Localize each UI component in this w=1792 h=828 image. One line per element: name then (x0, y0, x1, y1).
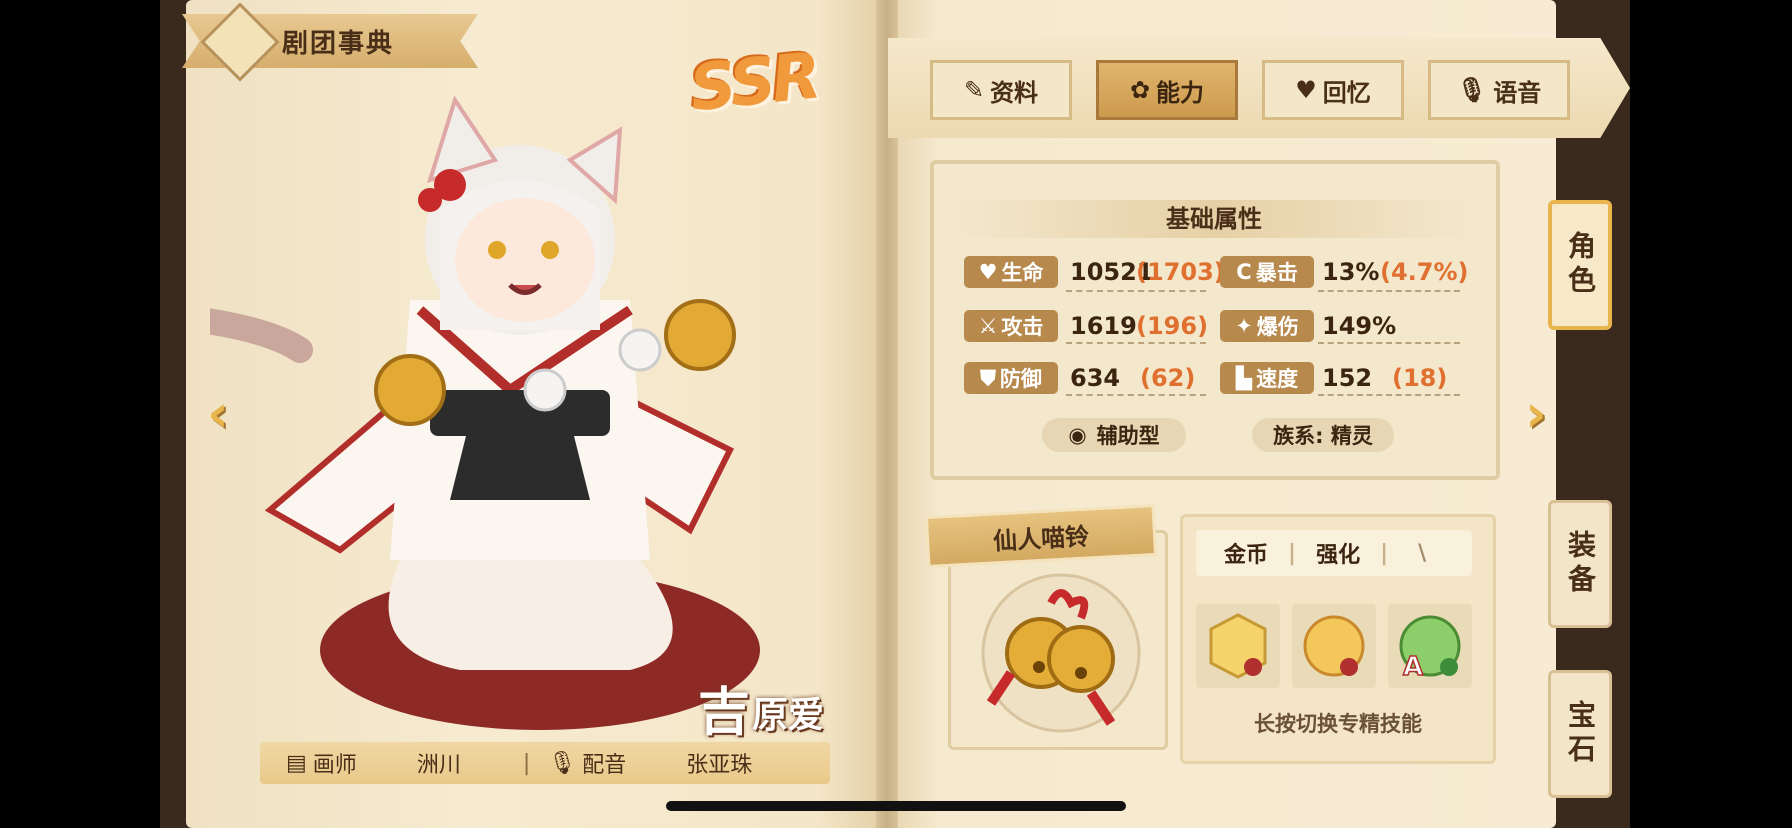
stat-chip-def: ⛊ 防御 (964, 362, 1058, 394)
stat-label: 暴击 (1255, 261, 1298, 285)
microphone-icon: 🎙 (1456, 76, 1488, 104)
paw-icon: ✿ (1129, 76, 1151, 104)
stat-label: 生命 (1001, 261, 1044, 285)
skill-1-icon (1209, 613, 1267, 679)
stat-label: 攻击 (1001, 315, 1044, 339)
skill-icon-1[interactable] (1196, 604, 1280, 688)
stats-header: 基础属性 (958, 200, 1470, 238)
skill-tab-divider: | (1288, 540, 1297, 566)
skill-3-icon: A (1399, 615, 1461, 681)
stat-chip-crit: C 暴击 (1220, 256, 1314, 288)
character-illustration (210, 95, 760, 730)
tab-label: 能力 (1156, 78, 1205, 107)
artist-icon: ▤ (286, 750, 307, 776)
bell-icon (981, 573, 1141, 733)
tab-label: 回忆 (1322, 78, 1371, 107)
tab-label: 语音 (1493, 78, 1542, 107)
skill-tab-gold[interactable]: 金币 (1224, 537, 1268, 569)
skill-icon-3[interactable]: A (1388, 604, 1472, 688)
stat-chip-hp: ♥ 生命 (964, 256, 1058, 288)
stat-bonus-atk: (196) (1136, 312, 1209, 340)
artist-label: 画师 (312, 753, 357, 778)
notebook-icon: ✎ (963, 76, 985, 104)
sword-icon: ⚔ (978, 314, 998, 338)
character-name-initial: 吉 (698, 683, 751, 743)
artist-name: 洲川 (416, 753, 461, 778)
skill-hint: 长按切换专精技能 (1254, 712, 1422, 736)
boot-icon: ▙ (1235, 366, 1253, 390)
crit-icon: C (1236, 260, 1252, 284)
voice-label: 配音 (582, 753, 627, 778)
side-tab-character[interactable]: 角色 (1548, 200, 1612, 330)
stat-label: 爆伤 (1256, 315, 1299, 339)
role-tag-label: 辅助型 (1096, 424, 1160, 448)
heart-icon: ♥ (1295, 76, 1317, 104)
tab-profile[interactable]: ✎ 资料 (930, 60, 1072, 120)
svg-text:A: A (1403, 652, 1423, 681)
stat-divider (1318, 290, 1460, 292)
stat-bonus-hp: (1703) (1136, 258, 1225, 286)
stat-value-speed: 152 (1322, 364, 1373, 392)
stat-divider (1066, 394, 1206, 396)
shield-icon: ⛊ (980, 365, 996, 390)
tab-label: 资料 (990, 78, 1039, 107)
stat-bonus-def: (62) (1140, 364, 1196, 392)
stat-bonus-speed: (18) (1392, 364, 1448, 392)
burst-icon: ✦ (1235, 314, 1253, 338)
microphone-icon: 🎙 (548, 750, 577, 776)
stat-chip-critdmg: ✦ 爆伤 (1220, 310, 1314, 342)
role-tag: ◉ 辅助型 (1042, 418, 1186, 452)
credits-bar: ▤ 画师 洲川 | 🎙 配音 张亚珠 (260, 742, 830, 784)
stat-divider (1066, 342, 1206, 344)
next-character-arrow-icon[interactable]: › (1516, 384, 1556, 444)
prev-character-arrow-icon[interactable]: ‹ (198, 384, 238, 444)
skill-tab-enhance[interactable]: 强化 (1316, 537, 1360, 569)
skill-tab-empty[interactable]: \ (1418, 541, 1426, 566)
tab-voice[interactable]: 🎙 语音 (1428, 60, 1570, 120)
character-name: 原爱 (752, 695, 825, 736)
stat-value-crit: 13% (1322, 258, 1380, 286)
book-icon: ◉ (1068, 423, 1087, 447)
stat-label: 速度 (1256, 367, 1299, 391)
race-tag: 族系: 精灵 (1252, 418, 1394, 452)
skill-tab-divider: | (1380, 540, 1389, 566)
stat-divider (1066, 290, 1206, 292)
stat-value-critdmg: 149% (1322, 312, 1397, 340)
voice-actor-name: 张亚珠 (686, 753, 753, 778)
stat-bonus-crit: (4.7%) (1380, 258, 1469, 286)
stat-value-def: 634 (1070, 364, 1121, 392)
credits-divider: | (522, 750, 531, 776)
stat-divider (1318, 394, 1460, 396)
stat-label: 防御 (999, 367, 1042, 391)
heart-icon: ♥ (978, 260, 998, 284)
stat-chip-atk: ⚔ 攻击 (964, 310, 1058, 342)
tab-memories[interactable]: ♥ 回忆 (1262, 60, 1404, 120)
stat-divider (1318, 342, 1460, 344)
skill-tabs: 金币 | 强化 | \ (1196, 530, 1472, 576)
side-tab-gems[interactable]: 宝石 (1548, 670, 1612, 798)
stat-value-atk: 1619 (1070, 312, 1137, 340)
tab-abilities[interactable]: ✿ 能力 (1096, 60, 1238, 120)
skill-icon-2[interactable] (1292, 604, 1376, 688)
skill-2-icon (1303, 615, 1365, 677)
home-indicator[interactable] (666, 801, 1126, 811)
side-tab-equipment[interactable]: 装备 (1548, 500, 1612, 628)
stat-chip-speed: ▙ 速度 (1220, 362, 1314, 394)
